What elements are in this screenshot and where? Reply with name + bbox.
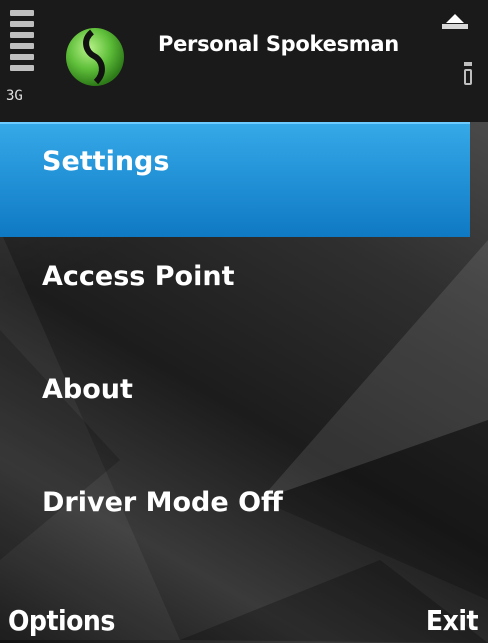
upload-icon — [442, 14, 468, 29]
app-logo-icon — [66, 28, 124, 86]
exit-softkey[interactable]: Exit — [426, 604, 479, 637]
menu-item-label: Settings — [42, 146, 170, 177]
network-type: 3G — [6, 88, 23, 104]
menu-item-driver-mode[interactable]: Driver Mode Off — [0, 463, 488, 576]
menu-item-label: Access Point — [42, 261, 235, 292]
options-softkey[interactable]: Options — [8, 604, 115, 637]
signal-strength-icon — [10, 10, 34, 76]
softkey-bar: Options Exit — [0, 587, 488, 643]
app-title: Personal Spokesman — [158, 32, 399, 56]
phone-screen: 3G Personal Spokesman Settings Access Po… — [0, 0, 488, 643]
menu-item-label: About — [42, 374, 133, 405]
status-bar: 3G Personal Spokesman — [0, 0, 488, 122]
menu-item-access-point[interactable]: Access Point — [0, 237, 488, 350]
battery-icon — [464, 62, 472, 85]
menu-item-label: Driver Mode Off — [42, 487, 283, 518]
menu-item-about[interactable]: About — [0, 350, 488, 463]
main-menu: Settings Access Point About Driver Mode … — [0, 122, 488, 576]
menu-item-settings[interactable]: Settings — [0, 122, 470, 237]
